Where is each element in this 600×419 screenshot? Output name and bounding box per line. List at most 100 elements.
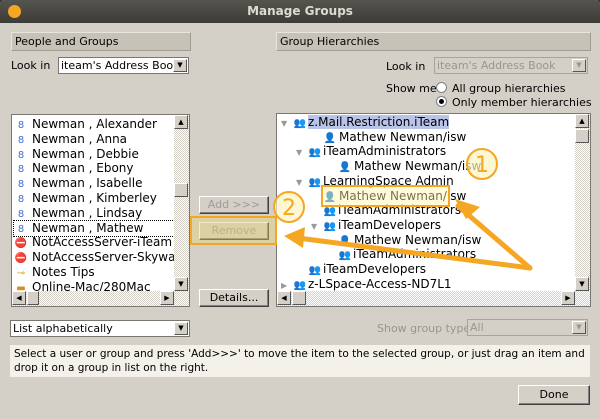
group-type-select[interactable]: All ▼ [467,319,588,336]
list-item-label: Newman , Kimberley [32,191,157,205]
info-text: Select a user or group and press 'Add>>>… [10,345,590,377]
chevron-down-icon[interactable]: ▼ [173,59,187,72]
tree-item-label: Mathew Newman/isw [339,129,467,144]
person-icon: 8 [17,179,25,191]
vertical-scrollbar[interactable]: ▲ ▼ [174,115,189,291]
left-look-in-value: iteam's Address Book [61,59,180,72]
hscroll-thumb[interactable] [27,291,39,305]
person-icon: 8 [17,120,25,131]
list-item-label: Newman , Alexander [32,117,157,131]
person-icon: 8 [17,194,25,205]
scroll-down-icon[interactable]: ▼ [575,277,589,291]
tree-vertical-scrollbar[interactable]: ▲ ▼ [575,114,590,291]
left-look-in-select[interactable]: iteam's Address Book ▼ [58,57,189,74]
list-item[interactable]: 8 Newman , Isabelle [14,176,143,191]
list-item[interactable]: 8 Newman , Ebony [14,161,134,176]
expand-triangle-icon[interactable]: ▼ [296,145,308,160]
done-button[interactable]: Done [518,385,590,405]
details-button[interactable]: Details... [199,289,269,307]
tree-item-label: iTeamAdministrators [338,203,462,218]
list-item[interactable]: 8 Newman , Mathew [13,219,175,237]
person-icon: 8 [17,149,25,161]
tree-item[interactable]: 👤 Mathew Newman/isw [326,232,482,248]
tree-item-label: Mathew Newman/isw [354,159,482,174]
key-icon: ⊸ [16,268,26,279]
tree-item[interactable]: ▼ 👥 LearningSpace Admin [296,174,454,189]
tree-item-label: iTeamAdministrators [323,144,447,159]
tree-item[interactable]: 👤 Mathew Newman/isw [311,189,467,204]
list-item[interactable]: ⊸ Notes Tips [14,265,95,280]
chevron-down-icon[interactable]: ▼ [174,322,188,335]
scroll-down-icon[interactable]: ▼ [174,277,188,291]
horizontal-scrollbar[interactable]: ◀ ▶ [12,291,189,306]
tree-item-label: iTeamDevelopers [323,262,427,276]
tree-item[interactable]: ▼ 👥 iTeamDevelopers [311,218,441,233]
tree-item[interactable]: 👤 Mathew Newman/isw [326,159,482,174]
group-type-value: All [470,321,484,334]
list-item[interactable]: 8 Newman , Anna [14,132,127,147]
person-icon: 8 [17,164,25,176]
list-item-label: NotAccessServer-iTeam [32,235,173,250]
tree-item[interactable]: ▶ 👥 z-LSpace-Access-ND7L1 [281,277,452,292]
scroll-left-icon[interactable]: ◀ [12,291,26,305]
group-type-label: Show group type [377,322,471,335]
right-look-in-label: Look in [386,60,426,73]
scroll-left-icon[interactable]: ◀ [277,291,291,305]
tree-item[interactable]: 👥 iTeamAdministrators [311,203,461,218]
list-item-label: NotAccessServer-Skywalker [32,250,190,265]
chevron-down-icon[interactable]: ▼ [572,59,586,72]
list-item[interactable]: ⛔ NotAccessServer-Skywalker [14,250,190,265]
hscroll-thumb[interactable] [292,291,306,305]
list-item-label: Newman , Mathew [32,220,144,235]
list-item[interactable]: ⛔ NotAccessServer-iTeam [14,235,172,250]
people-list[interactable]: 8 Newman , Alexander 8 Newman , Anna 8 Newman… [11,114,190,307]
group-tree[interactable]: ▼ 👥 z.Mail.Restriction.iTeam 👤 Mathew Newman… [276,113,591,307]
radio-member-hierarchies[interactable]: Only member hierarchies [436,96,592,109]
person-icon: 8 [17,134,25,146]
tree-item[interactable]: ▼ 👥 z.Mail.Restriction.iTeam [281,115,450,131]
scroll-thumb[interactable] [575,129,589,143]
manage-groups-dialog: Manage Groups People and Groups Look in … [0,0,600,419]
scroll-thumb[interactable] [174,183,188,197]
deny-icon: ⛔ [14,253,28,265]
right-look-in-select[interactable]: iteam's Address Book ▼ [434,57,588,74]
radio-all-hierarchies[interactable]: All group hierarchies [436,82,566,95]
list-item[interactable]: 8 Newman , Debbie [14,147,139,162]
sort-select[interactable]: List alphabetically ▼ [10,320,190,337]
tree-horizontal-scrollbar[interactable]: ◀ ▶ [277,291,590,306]
window-title: Manage Groups [247,4,353,18]
list-item-label: Notes Tips [32,265,95,279]
list-item[interactable]: 8 Newman , Kimberley [14,191,157,206]
list-item[interactable]: 8 Newman , Alexander [14,117,157,132]
list-item-label: Newman , Isabelle [32,176,143,191]
expand-triangle-icon[interactable]: ▼ [311,219,323,234]
tree-item-label: Mathew Newman/isw [354,232,482,247]
scroll-right-icon[interactable]: ▶ [561,291,575,305]
tree-item-label: iTeamAdministrators [353,247,477,262]
list-item[interactable]: 8 Newman , Lindsay [14,206,142,221]
app-icon[interactable] [8,5,21,18]
radio-checked-icon[interactable] [436,96,447,107]
scroll-right-icon[interactable]: ▶ [160,291,174,305]
tree-item[interactable]: 👥 iTeamDevelopers [296,262,426,277]
radio-all-label: All group hierarchies [452,82,566,95]
list-item-label: Newman , Debbie [32,146,139,161]
scroll-up-icon[interactable]: ▲ [575,114,589,128]
tree-item-label: z-LSpace-Access-ND7L1 [308,276,452,291]
tree-item[interactable]: ▼ 👥 iTeamAdministrators [296,144,446,159]
list-item-label: Newman , Ebony [32,161,134,176]
chevron-down-icon[interactable]: ▼ [572,321,586,334]
tree-item-label: z.Mail.Restriction.iTeam [308,115,450,129]
tree-item-label: LearningSpace Admin [323,173,454,188]
sort-value: List alphabetically [13,322,113,335]
list-item-label: Newman , Anna [32,131,128,146]
expand-triangle-icon[interactable]: ▼ [281,116,293,131]
expand-triangle-icon[interactable]: ▼ [296,175,308,190]
scroll-up-icon[interactable]: ▲ [174,115,188,129]
deny-icon: ⛔ [14,238,28,250]
tree-item[interactable]: 👤 Mathew Newman/isw [311,129,467,145]
radio-icon[interactable] [436,82,447,93]
tree-item[interactable]: 👥 iTeamAdministrators [326,247,476,262]
add-button[interactable]: Add >>> [199,196,269,214]
remove-button[interactable]: Remove [199,222,269,240]
